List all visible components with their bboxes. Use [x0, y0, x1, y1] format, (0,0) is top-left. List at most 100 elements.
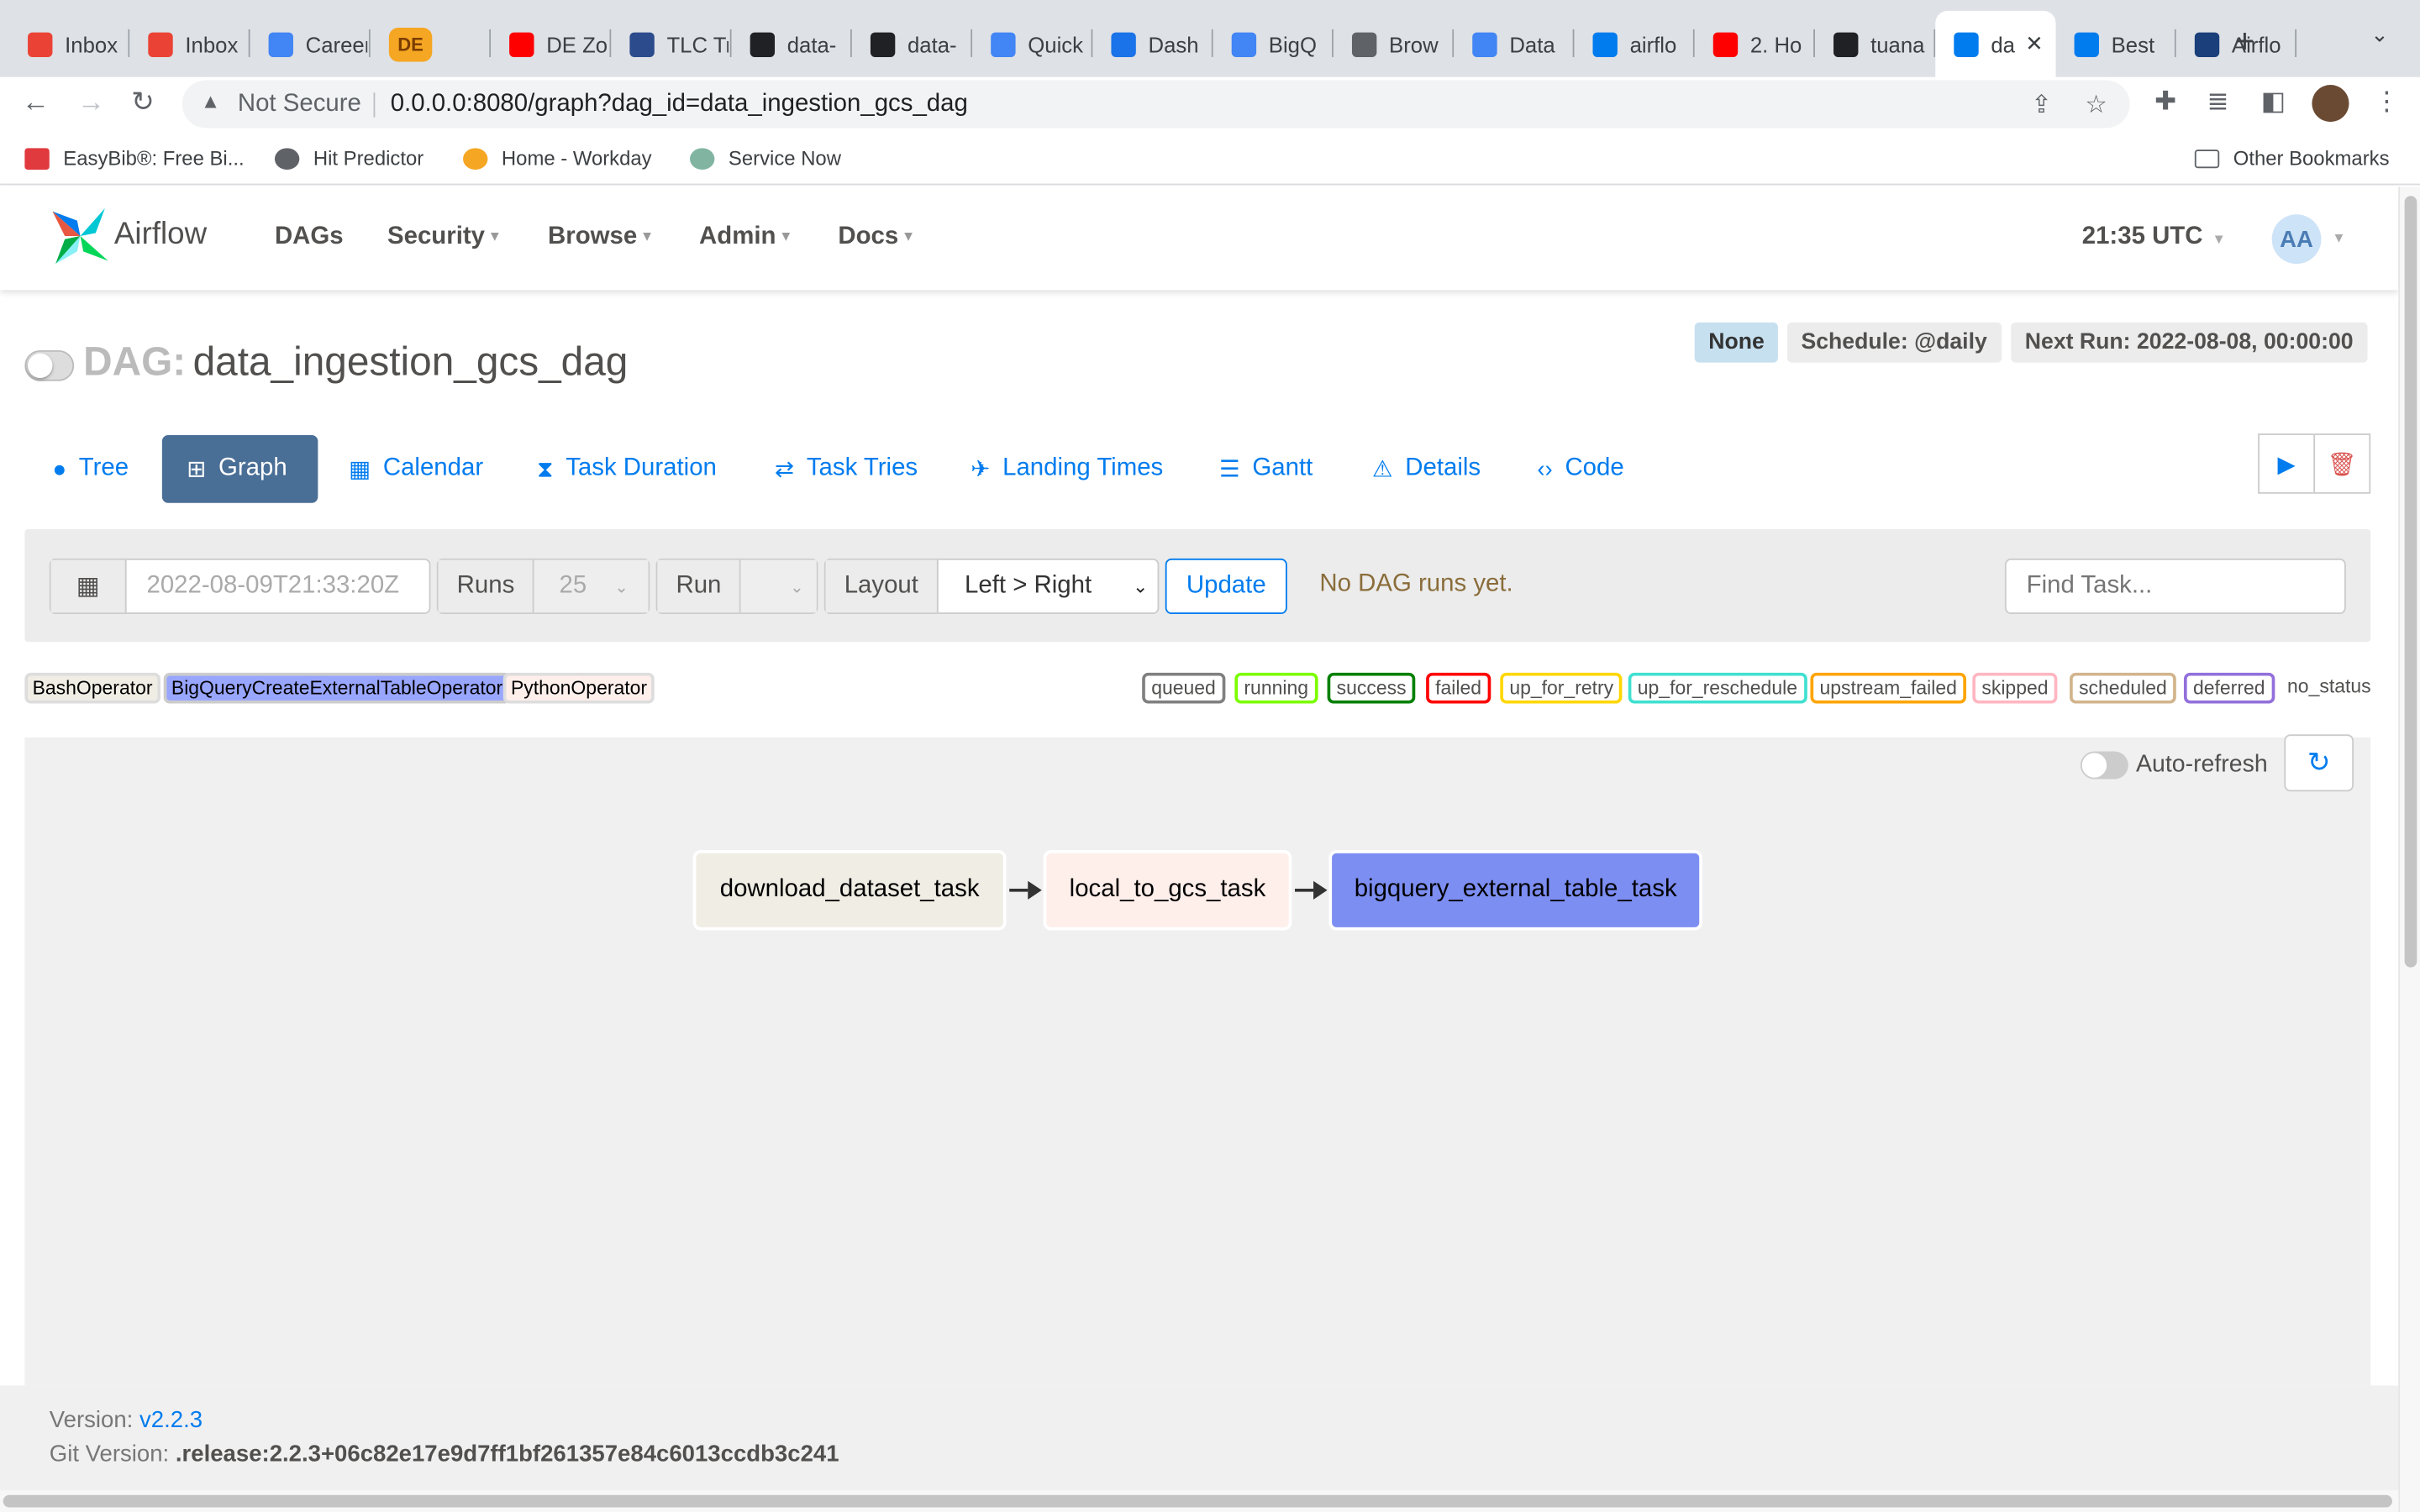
- browser-tab[interactable]: BigQ: [1213, 11, 1334, 77]
- state-legend-item[interactable]: scheduled: [2070, 672, 2176, 704]
- browser-tab[interactable]: tuana: [1815, 11, 1936, 77]
- browser-tab[interactable]: data-: [732, 11, 852, 77]
- close-tab-icon[interactable]: ✕: [2025, 31, 2044, 57]
- browser-tab[interactable]: Inbox: [9, 11, 130, 77]
- runs-select[interactable]: Runs 25 ⌄: [436, 558, 650, 615]
- runs-value[interactable]: 25 ⌄: [534, 559, 649, 613]
- operator-legend-item[interactable]: PythonOperator: [502, 672, 655, 704]
- task-node[interactable]: download_dataset_task: [692, 850, 1007, 931]
- state-legend-item[interactable]: upstream_failed: [1810, 672, 1966, 704]
- profile-avatar[interactable]: [2312, 85, 2349, 123]
- operator-legend-item[interactable]: BashOperator: [24, 672, 160, 704]
- menu-dags[interactable]: DAGs: [275, 223, 344, 251]
- share-icon[interactable]: ⇪: [2031, 90, 2052, 121]
- tab-task-tries[interactable]: ⇄ Task Tries: [750, 435, 943, 503]
- menu-docs[interactable]: Docs ▼: [838, 223, 915, 251]
- utc-clock[interactable]: 21:35 UTC ▼: [2082, 223, 2226, 251]
- user-caret-icon[interactable]: ▼: [2332, 230, 2345, 245]
- tab-code[interactable]: ‹› Code: [1512, 435, 1649, 503]
- browser-tab[interactable]: Quick: [972, 11, 1093, 77]
- browser-tab[interactable]: DE: [371, 11, 492, 77]
- browser-tab[interactable]: Careers: [250, 11, 371, 77]
- extensions-puzzle-icon[interactable]: ✚: [2154, 87, 2176, 118]
- menu-admin[interactable]: Admin ▼: [699, 223, 792, 251]
- browser-tab[interactable]: Brow: [1334, 11, 1455, 77]
- bookmark-easybib[interactable]: EasyBib®: Free Bi...: [24, 146, 245, 170]
- tab-graph[interactable]: ⊞ Graph: [161, 434, 318, 503]
- run-value[interactable]: ⌄: [741, 559, 817, 613]
- delete-dag-button[interactable]: 🗑: [2313, 433, 2371, 494]
- calendar-icon[interactable]: ▦: [50, 559, 127, 613]
- run-select[interactable]: Run ⌄: [655, 558, 818, 615]
- browser-tab[interactable]: Best: [2056, 11, 2176, 77]
- bookmark-service-now[interactable]: Service Now: [690, 146, 841, 170]
- git-version-line: Git Version: .release:2.2.3+06c82e17e9d7…: [49, 1441, 839, 1467]
- tab-tree[interactable]: ● Tree: [28, 435, 153, 503]
- tab-task-duration[interactable]: ⧗ Task Duration: [513, 435, 741, 503]
- state-legend-item[interactable]: up_for_retry: [1500, 672, 1623, 704]
- browser-tab[interactable]: DE Zoomcamp: [491, 11, 612, 77]
- back-arrow-icon[interactable]: ←: [22, 87, 50, 119]
- browser-tab[interactable]: airflo: [1574, 11, 1695, 77]
- state-legend-item[interactable]: success: [1327, 672, 1416, 704]
- operator-legend-item[interactable]: BigQueryCreateExternalTableOperator: [163, 672, 511, 704]
- browser-tab[interactable]: 2. Ho: [1695, 11, 1815, 77]
- browser-tab[interactable]: TLC Trip: [611, 11, 732, 77]
- state-legend-item[interactable]: running: [1234, 672, 1318, 704]
- auto-refresh-switch[interactable]: [2080, 751, 2128, 780]
- user-avatar[interactable]: AA: [2271, 214, 2322, 265]
- other-bookmarks[interactable]: Other Bookmarks: [2194, 146, 2390, 170]
- browser-tab[interactable]: Data: [1454, 11, 1575, 77]
- refresh-button[interactable]: ↻: [2284, 734, 2354, 792]
- tab-landing-times[interactable]: ✈ Landing Times: [946, 435, 1188, 503]
- state-legend-item[interactable]: queued: [1142, 672, 1225, 704]
- horizontal-scrollbar[interactable]: [0, 1490, 2399, 1512]
- horizontal-scroll-thumb[interactable]: [3, 1494, 2392, 1508]
- tab-gantt[interactable]: ☰ Gantt: [1195, 435, 1338, 503]
- state-legend-no-status[interactable]: no_status: [2287, 675, 2371, 697]
- find-task-input[interactable]: [2004, 558, 2346, 615]
- side-panel-icon[interactable]: ◧: [2261, 87, 2286, 118]
- base-date-input[interactable]: 2022-08-09T21:33:20Z: [127, 572, 399, 600]
- layout-select[interactable]: Layout Left > Right ⌄: [823, 558, 1160, 615]
- layout-value[interactable]: Left > Right: [939, 572, 1133, 600]
- url-text[interactable]: 0.0.0.0:8080/graph?dag_id=data_ingestion…: [391, 91, 968, 118]
- tab-calendar[interactable]: ▦ Calendar: [324, 435, 508, 503]
- menu-browse[interactable]: Browse ▼: [548, 223, 654, 251]
- tab-details[interactable]: ⚠ Details: [1347, 435, 1505, 503]
- state-legend-item[interactable]: deferred: [2183, 672, 2275, 704]
- browser-tab[interactable]: data-: [852, 11, 973, 77]
- tab-search-chevron-icon[interactable]: ⌄: [2370, 22, 2389, 48]
- media-queue-icon[interactable]: ≣: [2207, 87, 2229, 118]
- dag-graph-canvas[interactable]: [24, 737, 2371, 1386]
- state-legend-item[interactable]: up_for_reschedule: [1628, 672, 1807, 704]
- task-node[interactable]: local_to_gcs_task: [1043, 850, 1292, 931]
- github-icon: [1833, 31, 1859, 57]
- trigger-dag-button[interactable]: ▶: [2258, 433, 2316, 494]
- reload-icon[interactable]: ↻: [131, 87, 155, 119]
- browser-tab[interactable]: Dash: [1092, 11, 1213, 77]
- state-legend-item[interactable]: skipped: [1972, 672, 2058, 704]
- vertical-scroll-thumb[interactable]: [2404, 196, 2417, 968]
- browser-menu-icon[interactable]: ⋮: [2374, 87, 2400, 118]
- task-node[interactable]: bigquery_external_table_task: [1328, 850, 1702, 931]
- base-date-picker[interactable]: ▦ 2022-08-09T21:33:20Z: [49, 558, 431, 615]
- version-link[interactable]: v2.2.3: [139, 1407, 203, 1433]
- security-status[interactable]: Not Secure: [238, 91, 361, 118]
- new-tab-button[interactable]: +: [2235, 22, 2255, 62]
- address-bar[interactable]: ▲ Not Secure 0.0.0.0:8080/graph?dag_id=d…: [182, 80, 2130, 129]
- bookmark-star-icon[interactable]: ☆: [2085, 90, 2107, 121]
- browser-tab[interactable]: Inbox: [129, 11, 250, 77]
- forward-arrow-icon[interactable]: →: [77, 87, 105, 119]
- update-button[interactable]: Update: [1165, 558, 1287, 615]
- airflow-brand[interactable]: Airflow: [114, 218, 207, 253]
- state-legend-item[interactable]: failed: [1426, 672, 1491, 704]
- bookmark-workday[interactable]: Home - Workday: [463, 146, 652, 170]
- airflow-logo-icon[interactable]: [50, 205, 111, 266]
- auto-refresh-toggle[interactable]: Auto-refresh: [2080, 751, 2268, 780]
- menu-security[interactable]: Security ▼: [387, 223, 502, 251]
- browser-tab[interactable]: da ✕: [1935, 10, 2056, 77]
- dag-pause-toggle[interactable]: [24, 349, 75, 381]
- vertical-scrollbar[interactable]: [2398, 186, 2420, 1512]
- bookmark-hit-predictor[interactable]: Hit Predictor: [274, 146, 424, 170]
